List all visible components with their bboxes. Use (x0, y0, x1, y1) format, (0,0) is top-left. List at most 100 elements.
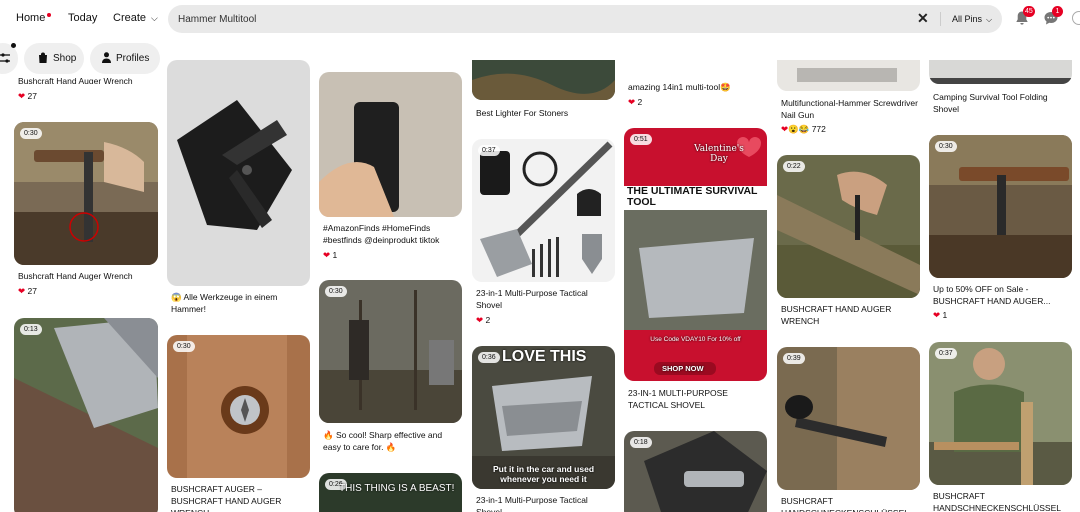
pin-image[interactable] (472, 60, 615, 100)
avatar[interactable] (1072, 11, 1080, 25)
filter-active-dot (11, 43, 16, 48)
nav-home[interactable]: Home (16, 12, 52, 24)
chevron-down-icon: ⌵ (151, 13, 158, 23)
profiles-filter-pill[interactable]: Profiles (90, 43, 160, 74)
nav-create-label: Create (113, 12, 147, 24)
search-input[interactable] (178, 11, 778, 27)
pin-image[interactable]: 0:39 (777, 347, 920, 490)
filter-button[interactable] (0, 43, 18, 74)
heart-icon: ❤ (18, 91, 26, 101)
valentines-text: Valentine's Day (694, 144, 744, 164)
video-duration: 0:30 (20, 128, 42, 139)
clear-search-icon[interactable]: ✕ (917, 10, 929, 27)
video-duration: 0:39 (783, 353, 805, 364)
pin-title[interactable]: Best Lighter For Stoners (476, 107, 614, 119)
pin-likes: 772 (811, 124, 826, 134)
pin-title[interactable]: amazing 14in1 multi-tool🤩 (628, 81, 766, 93)
pin-title[interactable]: 23-IN-1 MULTI-PURPOSE TACTICAL SHOVEL (628, 387, 766, 411)
messages-button[interactable]: 1 (1043, 6, 1063, 26)
pin-photo (472, 139, 615, 282)
heart-icon: ❤ (933, 310, 941, 320)
pin-image[interactable]: 0:30 (14, 122, 158, 265)
shopping-bag-icon (38, 52, 48, 66)
video-duration: 0:30 (325, 286, 347, 297)
pin-photo (167, 60, 310, 286)
pin-image[interactable] (167, 60, 310, 286)
pin-photo (777, 347, 920, 490)
pin-title[interactable]: BUSHCRAFT AUGER – BUSHCRAFT HAND AUGER W… (171, 483, 309, 512)
pin-photo (472, 60, 615, 100)
shop-filter-label: Shop (53, 53, 77, 64)
pin-likes: 2 (637, 97, 643, 107)
search-scope-dropdown[interactable]: All Pins ⌵ (952, 14, 992, 25)
pin-photo (777, 60, 920, 91)
pin-title[interactable]: BUSHCRAFT HANDSCHNECKENSCHLÜSSEL (933, 490, 1071, 512)
shop-filter-pill[interactable]: Shop (24, 43, 84, 74)
video-duration: 0:51 (630, 134, 652, 145)
pin-title[interactable]: BUSHCRAFT HAND AUGER WRENCH (781, 303, 919, 327)
pin-image[interactable]: 0:30 (929, 135, 1072, 278)
pin-reactions: ❤ 27 (18, 286, 37, 297)
pin-reactions: ❤😮😂 772 (781, 124, 826, 135)
pin-title[interactable]: #AmazonFinds #HomeFinds #bestfinds @dein… (323, 222, 461, 246)
video-duration: 0:22 (783, 161, 805, 172)
messages-badge: 1 (1052, 6, 1063, 17)
pin-likes: 1 (332, 250, 338, 260)
chevron-down-icon: ⌵ (986, 15, 993, 24)
pin-image[interactable]: 0:30 (319, 280, 462, 423)
pin-title[interactable]: Multifunctional-Hammer Screwdriver Nail … (781, 97, 919, 121)
laugh-reaction-icon: 😂 (798, 124, 810, 134)
nav-create[interactable]: Create ⌵ (113, 12, 158, 24)
pin-title[interactable]: Camping Survival Tool Folding Shovel (933, 91, 1071, 115)
video-caption-text: Put it in the car and used whenever you … (492, 464, 595, 484)
pin-likes: 2 (485, 315, 491, 325)
pin-reactions: ❤ 27 (18, 91, 37, 102)
video-duration: 0:37 (478, 145, 500, 156)
profiles-filter-label: Profiles (116, 53, 150, 64)
shop-now-text: SHOP NOW (662, 364, 704, 373)
video-duration: 0:30 (173, 341, 195, 352)
search-scope-label: All Pins (952, 14, 983, 24)
pin-image[interactable]: 0:37 (929, 342, 1072, 485)
pin-likes: 27 (27, 286, 37, 296)
pin-title[interactable]: 23-in-1 Multi-Purpose Tactical Shovel (476, 287, 614, 311)
pin-image[interactable] (319, 72, 462, 217)
pin-image[interactable]: 0:18 (624, 431, 767, 512)
pin-title[interactable]: 😱 Alle Werkzeuge in einem Hammer! (171, 291, 306, 315)
pin-reactions: ❤ 2 (476, 315, 490, 326)
sliders-icon (0, 52, 10, 67)
pin-likes: 27 (27, 91, 37, 101)
pin-reactions: ❤ 2 (628, 97, 642, 108)
nav-today[interactable]: Today (68, 12, 97, 24)
pin-photo (929, 135, 1072, 278)
pin-title[interactable]: BUSHCRAFT HANDSCHNECKENSCHLÜSSEL (781, 495, 919, 512)
pin-photo (777, 155, 920, 298)
pin-image[interactable]: 0:30 (167, 335, 310, 478)
pin-likes: 1 (942, 310, 948, 320)
video-duration: 0:30 (935, 141, 957, 152)
video-duration: 0:13 (20, 324, 42, 335)
pin-image[interactable] (777, 60, 920, 91)
video-overlay-text: LOVE THIS (502, 348, 587, 365)
pin-title[interactable]: 🔥 So cool! Sharp effective and easy to c… (323, 429, 461, 453)
pin-photo (929, 342, 1072, 485)
pin-image[interactable]: 0:13 (14, 318, 158, 512)
pin-title[interactable]: Bushcraft Hand Auger Wrench (18, 270, 158, 282)
pin-image[interactable]: 0:37 (472, 139, 615, 282)
search-divider (940, 12, 941, 26)
pin-title[interactable]: Up to 50% OFF on Sale - BUSHCRAFT HAND A… (933, 283, 1071, 307)
pin-photo (167, 335, 310, 478)
pin-reactions: ❤ 1 (323, 250, 337, 261)
heart-icon: ❤ (323, 250, 331, 260)
pin-title[interactable]: 23-in-1 Multi-Purpose Tactical Shovel (476, 494, 614, 512)
notifications-button[interactable]: 45 (1014, 6, 1035, 26)
pin-image[interactable]: 0:36 LOVE THIS Put it in the car and use… (472, 346, 615, 489)
pin-image[interactable] (929, 60, 1072, 84)
pin-photo (929, 60, 1072, 84)
pin-photo (319, 72, 462, 217)
pin-image[interactable]: 0:26 THIS THING IS A BEAST! (319, 473, 462, 512)
top-bar: Home Today Create⌵ ✕ All Pins⌵ 45 1 (0, 0, 1080, 38)
pin-image[interactable]: 0:22 (777, 155, 920, 298)
pin-title[interactable]: Bushcraft Hand Auger Wrench (18, 75, 158, 84)
pin-image[interactable]: 0:51 Valentine's Day THE ULTIMATE SURVIV… (624, 128, 767, 381)
